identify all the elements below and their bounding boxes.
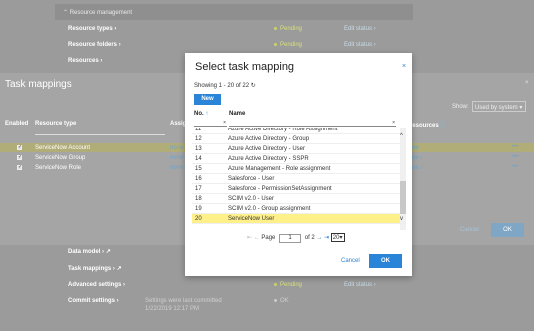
cancel-button[interactable]: Cancel — [341, 258, 360, 264]
row-resource-type: ServiceNow Role — [35, 165, 82, 171]
chevron-down-icon[interactable]: v — [400, 216, 403, 222]
page-size-select[interactable]: 20▾ — [330, 233, 345, 242]
resource-management-header: ⌃ Resource management — [55, 4, 413, 20]
list-scrollbar[interactable] — [400, 128, 406, 230]
enabled-checkbox: ✓ — [17, 154, 23, 160]
next-page-icon[interactable]: → — [316, 235, 322, 241]
enabled-checkbox: ✓ — [17, 164, 23, 170]
data-model-link: Data model › ↗ — [68, 249, 111, 255]
close-icon[interactable]: × — [402, 63, 406, 70]
list-item[interactable]: 13 Azure Active Directory - User — [192, 144, 400, 154]
close-icon: × — [525, 80, 529, 86]
external-link-icon: ↗ — [105, 249, 111, 255]
more-icon: ••• — [512, 154, 519, 160]
list-item[interactable]: 19 SCIM v2.0 - Group assignment — [192, 204, 400, 214]
page-label: Page — [261, 235, 276, 241]
enabled-header: Enabled — [5, 121, 29, 127]
chevron-up-icon[interactable]: ^ — [400, 133, 403, 139]
row-assign: none — [170, 155, 184, 161]
showing-count: Showing 1 - 20 of 22 ↻ — [194, 83, 256, 89]
list-item-selected[interactable]: 20 ServiceNow User — [192, 214, 400, 224]
scrollbar-thumb[interactable] — [400, 181, 406, 214]
list-item[interactable]: 18 SCIM v2.0 - User — [192, 194, 400, 204]
resource-types-status: Pending — [274, 26, 302, 32]
panel-ok-button: OK — [491, 223, 524, 237]
task-mappings-link: Task mappings › ↗ — [68, 266, 122, 272]
sort-up-icon: ↑ — [205, 111, 209, 117]
row-resources: ne › — [412, 155, 423, 161]
resource-types-edit-status: Edit status › — [344, 26, 376, 32]
column-header-no[interactable]: No. ↑ — [194, 111, 208, 117]
commit-status: OK — [274, 298, 289, 304]
prev-page-icon[interactable]: ← — [254, 235, 260, 241]
row-resource-type: ServiceNow Account — [35, 145, 91, 151]
ok-button[interactable]: OK — [369, 254, 402, 268]
resource-type-header: Resource type — [35, 121, 77, 127]
pager: ⇤ ← Page 1 of 2 → ⇥ 20▾ — [247, 233, 345, 243]
advanced-settings-edit-status: Edit status › — [344, 282, 376, 288]
resource-types-link: Resource types › — [68, 26, 117, 32]
list-item[interactable]: 12 Azure Active Directory - Group — [192, 134, 400, 144]
chevron-down-icon: ▾ — [519, 105, 523, 111]
list-item[interactable]: 15 Azure Management - Role assignment — [192, 164, 400, 174]
row-assign: none — [170, 145, 184, 151]
info-icon: ⓘ — [440, 123, 447, 129]
more-icon: ••• — [512, 144, 519, 150]
refresh-icon[interactable]: ↻ — [251, 83, 256, 89]
commit-settings-link: Commit settings › — [68, 298, 119, 304]
name-filter-input[interactable]: × — [229, 119, 396, 127]
list-item[interactable]: 14 Azure Active Directory - SSPR — [192, 154, 400, 164]
dialog-title: Select task mapping — [195, 61, 295, 73]
advanced-settings-link: Advanced settings › — [68, 282, 126, 288]
resource-folders-link: Resource folders › — [68, 42, 121, 48]
row-assign: none — [170, 165, 184, 171]
task-mapping-list[interactable]: 11 Azure Active Directory - Role Assignme… — [192, 128, 400, 230]
assign-header: Assig — [170, 121, 187, 127]
row-resource-type: ServiceNow Group — [35, 155, 86, 161]
panel-cancel-button: Cancel — [460, 227, 479, 233]
no-filter-input[interactable]: × — [194, 119, 227, 127]
resources-link: Resources › — [68, 58, 103, 64]
commit-note-line2: 1/22/2019 12:17 PM — [145, 306, 200, 312]
row-resources: ne › — [412, 165, 423, 171]
commit-note-line1: Settings were last committed — [145, 298, 222, 304]
new-button[interactable]: New — [194, 94, 221, 105]
page-input[interactable]: 1 — [279, 234, 302, 243]
task-mappings-title: Task mappings — [5, 79, 72, 90]
resource-folders-status: Pending — [274, 42, 302, 48]
last-page-icon[interactable]: ⇥ — [324, 235, 329, 241]
list-item[interactable]: 17 Salesforce - PermissionSetAssignment — [192, 184, 400, 194]
list-item[interactable]: 16 Salesforce - User — [192, 174, 400, 184]
first-page-icon[interactable]: ⇤ — [247, 235, 252, 241]
external-link-icon: ↗ — [116, 266, 122, 272]
show-select: Used by system ▾ — [472, 101, 526, 112]
more-icon: ••• — [512, 164, 519, 170]
enabled-checkbox: ✓ — [17, 144, 23, 150]
clear-icon[interactable]: × — [392, 120, 395, 126]
resource-folders-edit-status: Edit status › — [344, 42, 376, 48]
advanced-settings-status: Pending — [274, 282, 302, 288]
show-label: Show: — [452, 104, 469, 110]
resource-type-filter — [35, 128, 165, 135]
column-header-name[interactable]: Name — [229, 111, 245, 117]
resources-header: resources ⓘ — [410, 123, 447, 129]
row-resources: ne — [412, 145, 419, 151]
clear-icon[interactable]: × — [223, 120, 226, 126]
page-total: of 2 — [304, 235, 315, 241]
